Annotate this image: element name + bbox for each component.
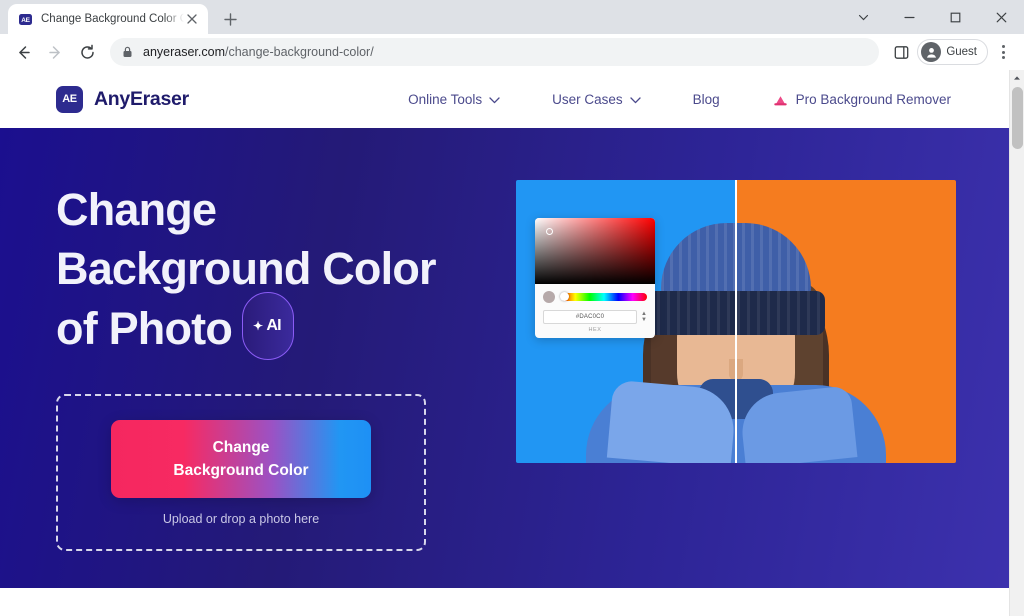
hex-format-label: HEX bbox=[588, 327, 602, 333]
chevron-down-icon[interactable] bbox=[840, 0, 886, 34]
web-page: AE AnyEraser Online Tools User Cases Blo… bbox=[0, 70, 1009, 616]
hex-field-row: #DAC0C0 ▲ ▼ bbox=[543, 310, 647, 324]
window-close-icon[interactable] bbox=[978, 0, 1024, 34]
hero-section: Change Background Color of Photo ✦ AI Chan… bbox=[0, 128, 1009, 588]
hero-left-column: Change Background Color of Photo ✦ AI Chan… bbox=[56, 180, 476, 588]
kebab-menu-icon[interactable] bbox=[990, 38, 1016, 66]
side-panel-icon[interactable] bbox=[887, 38, 915, 66]
heading-line-3: of Photo bbox=[56, 302, 233, 354]
color-picker-handle[interactable] bbox=[546, 228, 553, 235]
sparkle-icon: ✦ bbox=[253, 318, 263, 333]
hex-input[interactable]: #DAC0C0 bbox=[543, 310, 638, 324]
maximize-icon[interactable] bbox=[932, 0, 978, 34]
nav-item-online-tools[interactable]: Online Tools bbox=[408, 92, 500, 107]
color-picker-panel[interactable]: #DAC0C0 ▲ ▼ HEX bbox=[535, 218, 655, 338]
back-arrow-icon[interactable] bbox=[8, 37, 38, 67]
kebab-dot bbox=[1001, 50, 1005, 54]
stepper-up-icon[interactable]: ▲ bbox=[641, 311, 647, 317]
page-title: Change Background Color of Photo ✦ AI bbox=[56, 180, 476, 366]
chevron-down-icon bbox=[629, 92, 641, 107]
svg-text:AE: AE bbox=[21, 17, 30, 24]
hero-inner: Change Background Color of Photo ✦ AI Chan… bbox=[0, 128, 1009, 588]
current-color-swatch bbox=[543, 291, 555, 303]
hue-row bbox=[543, 291, 647, 303]
person-icon bbox=[921, 42, 942, 62]
chevron-down-icon bbox=[489, 92, 500, 107]
ai-badge: ✦ AI bbox=[242, 292, 294, 360]
minimize-icon[interactable] bbox=[886, 0, 932, 34]
window-controls bbox=[840, 0, 1024, 34]
hue-slider-knob[interactable] bbox=[560, 292, 569, 301]
upload-dropzone[interactable]: Change Background Color Upload or drop a… bbox=[56, 394, 426, 551]
tab-strip: AE Change Background Color Onlin bbox=[0, 0, 1024, 34]
heading-line-1: Change bbox=[56, 184, 217, 235]
before-after-divider[interactable] bbox=[735, 180, 737, 463]
url-path: /change-background-color/ bbox=[224, 45, 374, 59]
scrollbar-thumb[interactable] bbox=[1012, 87, 1023, 149]
url-domain: anyeraser.com bbox=[143, 45, 225, 59]
lock-icon bbox=[122, 46, 133, 58]
format-stepper[interactable]: ▲ ▼ bbox=[641, 311, 647, 323]
tab-favicon-icon: AE bbox=[18, 11, 33, 27]
logo-mark-icon: AE bbox=[56, 85, 83, 113]
nav-label: Blog bbox=[692, 91, 720, 107]
kebab-dot bbox=[1001, 45, 1005, 48]
forward-arrow-icon[interactable] bbox=[40, 37, 70, 67]
tab-close-icon[interactable] bbox=[184, 11, 200, 27]
change-background-color-button[interactable]: Change Background Color bbox=[111, 419, 371, 498]
nav-label: Online Tools bbox=[408, 91, 483, 107]
site-navigation: Online Tools User Cases Blog Pro Backgro… bbox=[408, 92, 969, 107]
dropzone-hint: Upload or drop a photo here bbox=[162, 511, 320, 526]
browser-window: AE Change Background Color Onlin bbox=[0, 0, 1024, 616]
profile-label: Guest bbox=[946, 46, 977, 58]
saturation-value-area[interactable] bbox=[535, 218, 655, 284]
nav-item-user-cases[interactable]: User Cases bbox=[552, 92, 641, 107]
browser-toolbar: anyeraser.com/change-background-color/ G… bbox=[0, 34, 1024, 70]
address-bar[interactable]: anyeraser.com/change-background-color/ bbox=[110, 38, 880, 66]
toolbar-right: Guest bbox=[887, 38, 1016, 66]
new-tab-button[interactable] bbox=[216, 5, 244, 33]
nav-item-blog[interactable]: Blog bbox=[693, 92, 720, 107]
kebab-dot bbox=[1001, 56, 1005, 59]
profile-button[interactable]: Guest bbox=[917, 39, 988, 65]
stepper-down-icon[interactable]: ▼ bbox=[641, 317, 647, 323]
browser-tab[interactable]: AE Change Background Color Onlin bbox=[8, 4, 208, 34]
reload-icon[interactable] bbox=[72, 37, 102, 67]
tab-title: Change Background Color Onlin bbox=[41, 13, 184, 25]
nav-label: Pro Background Remover bbox=[795, 91, 951, 107]
color-picker-controls: #DAC0C0 ▲ ▼ HEX bbox=[535, 284, 655, 338]
brand-name: AnyEraser bbox=[94, 87, 189, 110]
nav-item-pro-background-remover[interactable]: Pro Background Remover bbox=[772, 92, 951, 107]
cta-line-2: Background Color bbox=[173, 461, 309, 479]
eraser-icon bbox=[772, 93, 789, 106]
before-after-preview: #DAC0C0 ▲ ▼ HEX bbox=[516, 180, 956, 463]
page-scrollbar[interactable] bbox=[1009, 70, 1024, 616]
hero-right-column: #DAC0C0 ▲ ▼ HEX bbox=[516, 180, 956, 588]
cta-line-1: Change bbox=[212, 438, 270, 456]
scrollbar-up-arrow-icon[interactable] bbox=[1010, 70, 1024, 85]
ai-badge-label: AI bbox=[266, 317, 281, 334]
heading-line-2: Background Color bbox=[56, 243, 437, 294]
nav-label: User Cases bbox=[552, 91, 623, 107]
brand-logo[interactable]: AE AnyEraser bbox=[56, 85, 189, 113]
page-viewport: AE AnyEraser Online Tools User Cases Blo… bbox=[0, 70, 1024, 616]
hue-slider[interactable] bbox=[560, 292, 647, 301]
site-header: AE AnyEraser Online Tools User Cases Blo… bbox=[0, 70, 1009, 128]
